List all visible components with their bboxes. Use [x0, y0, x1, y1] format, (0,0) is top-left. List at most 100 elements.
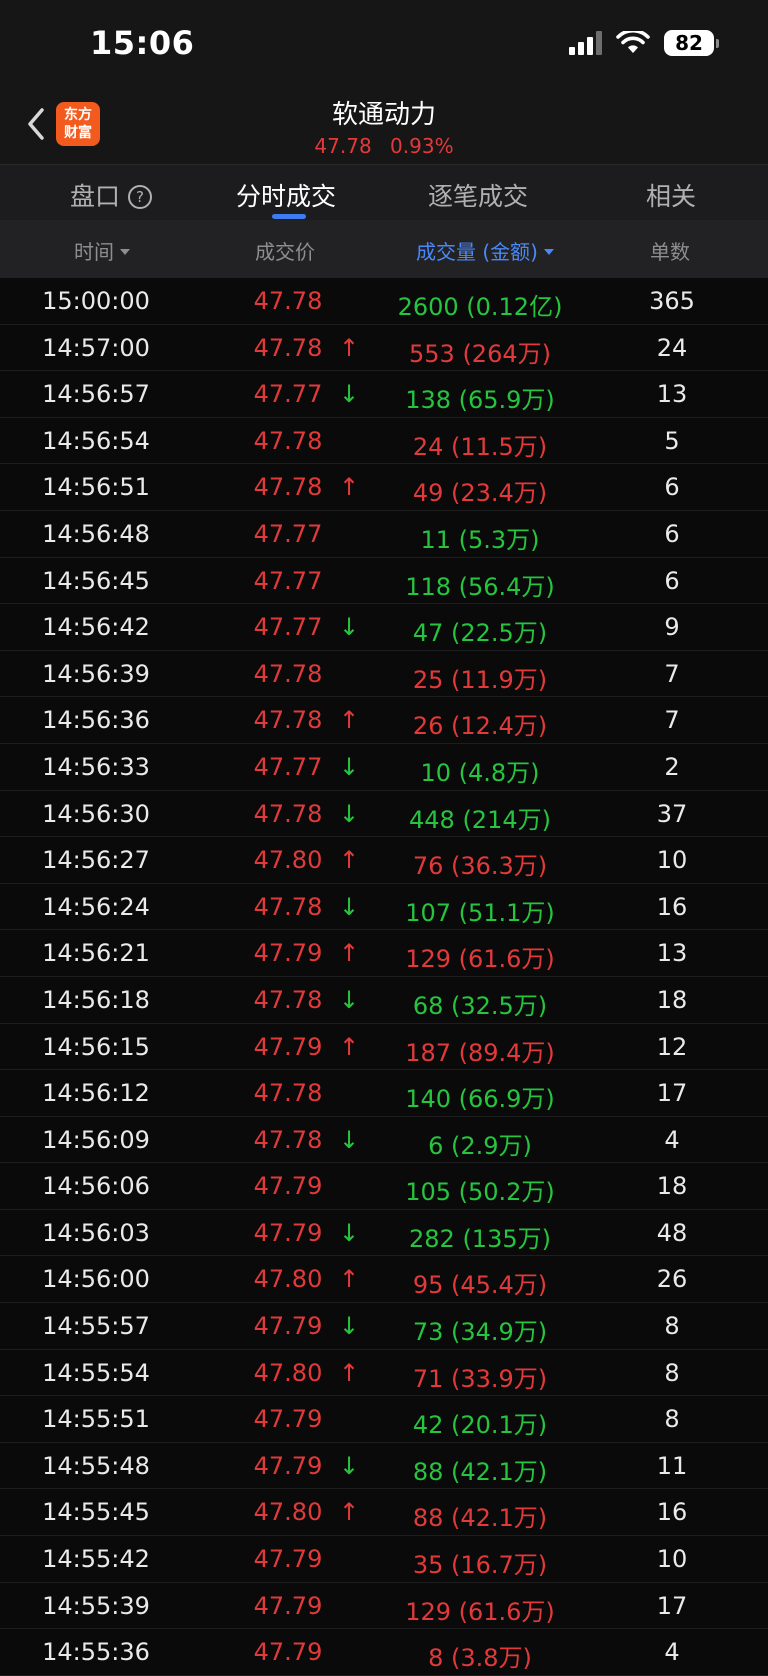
price-cell: 47.79	[253, 1172, 323, 1201]
volume-cell: 49 (23.4万)	[412, 479, 548, 508]
table-row: 14:56:06 47.79 105 (50.2万) 18	[0, 1163, 768, 1210]
table-row: 14:56:36 47.78 ↑ 26 (12.4万) 7	[0, 697, 768, 744]
volume-cell: 73 (34.9万)	[412, 1318, 548, 1347]
count-cell: 5	[664, 426, 680, 455]
table-row: 14:55:42 47.79 35 (16.7万) 10	[0, 1536, 768, 1583]
table-row: 14:56:21 47.79 ↑ 129 (61.6万) 13	[0, 930, 768, 977]
trend-arrow-icon: ↑	[338, 1032, 360, 1061]
table-row: 14:56:42 47.77 ↓ 47 (22.5万) 9	[0, 604, 768, 651]
price-cell: 47.79	[253, 1405, 323, 1434]
volume-cell: 35 (16.7万)	[412, 1551, 548, 1580]
count-cell: 13	[656, 939, 688, 968]
table-row: 14:55:48 47.79 ↓ 88 (42.1万) 11	[0, 1443, 768, 1490]
count-cell: 4	[664, 1125, 680, 1154]
active-tab-indicator	[272, 214, 306, 219]
time-cell: 14:55:42	[42, 1545, 150, 1574]
time-cell: 14:56:03	[42, 1218, 150, 1247]
volume-cell: 8 (3.8万)	[428, 1644, 532, 1673]
count-cell: 18	[656, 1172, 688, 1201]
volume-cell: 88 (42.1万)	[412, 1504, 548, 1533]
table-row: 14:55:39 47.79 129 (61.6万) 17	[0, 1583, 768, 1630]
table-row: 14:56:15 47.79 ↑ 187 (89.4万) 12	[0, 1024, 768, 1071]
time-cell: 14:55:45	[42, 1498, 150, 1527]
help-icon[interactable]: ?	[128, 185, 153, 209]
time-cell: 14:56:48	[42, 519, 150, 548]
count-cell: 365	[649, 287, 695, 315]
time-cell: 14:56:18	[42, 985, 150, 1014]
tab-minute-trades[interactable]: 分时成交	[236, 177, 336, 213]
tab-label: 相关	[646, 182, 697, 211]
tab-order-book[interactable]: 盘口?	[70, 177, 153, 213]
count-cell: 6	[664, 473, 680, 502]
table-row: 14:56:18 47.78 ↓ 68 (32.5万) 18	[0, 977, 768, 1024]
count-cell: 11	[656, 1451, 688, 1480]
volume-cell: 105 (50.2万)	[405, 1178, 555, 1207]
volume-cell: 88 (42.1万)	[412, 1457, 548, 1486]
tab-label: 分时成交	[236, 182, 337, 211]
count-cell: 24	[656, 333, 688, 362]
time-cell: 14:56:51	[42, 473, 150, 502]
trend-arrow-icon: ↓	[338, 380, 360, 409]
table-row: 14:56:51 47.78 ↑ 49 (23.4万) 6	[0, 464, 768, 511]
table-row: 14:56:33 47.77 ↓ 10 (4.8万) 2	[0, 744, 768, 791]
count-cell: 8	[664, 1358, 680, 1387]
price-cell: 47.78	[253, 287, 323, 315]
count-cell: 13	[656, 380, 688, 409]
trend-arrow-icon: ↑	[338, 1265, 360, 1294]
volume-cell: 2600 (0.12亿)	[397, 293, 563, 321]
status-bar: 15:06 82	[0, 0, 768, 90]
volume-cell: 71 (33.9万)	[412, 1364, 548, 1393]
time-cell: 14:56:57	[42, 380, 150, 409]
column-header-time[interactable]: 时间	[74, 236, 130, 265]
tab-related[interactable]: 相关	[646, 177, 696, 213]
volume-cell: 25 (11.9万)	[412, 665, 548, 694]
trend-arrow-icon: ↑	[338, 846, 360, 875]
sort-caret-icon	[543, 249, 554, 255]
table-row: 14:56:45 47.77 118 (56.4万) 6	[0, 558, 768, 605]
count-cell: 18	[656, 985, 688, 1014]
tab-bar: 盘口? 分时成交 逐笔成交 相关	[0, 164, 768, 221]
time-cell: 15:00:00	[42, 287, 150, 315]
price-cell: 47.79	[253, 1591, 323, 1620]
count-cell: 26	[656, 1265, 688, 1294]
time-cell: 14:56:06	[42, 1172, 150, 1201]
volume-cell: 95 (45.4万)	[412, 1271, 548, 1300]
trend-arrow-icon: ↑	[338, 1498, 360, 1527]
tab-tick-trades[interactable]: 逐笔成交	[428, 177, 528, 213]
time-cell: 14:55:48	[42, 1451, 150, 1480]
trend-arrow-icon: ↑	[338, 333, 360, 362]
stock-name: 软通动力	[331, 100, 436, 130]
column-header-volume[interactable]: 成交量 (金额)	[416, 236, 554, 265]
cellular-signal-icon	[569, 31, 602, 55]
column-header-count: 单数	[650, 240, 690, 264]
time-cell: 14:56:54	[42, 426, 150, 455]
time-cell: 14:56:21	[42, 939, 150, 968]
time-cell: 14:55:51	[42, 1405, 150, 1434]
volume-cell: 68 (32.5万)	[412, 991, 548, 1020]
time-cell: 14:56:27	[42, 846, 150, 875]
count-cell: 8	[664, 1312, 680, 1341]
trend-arrow-icon: ↓	[338, 892, 360, 921]
volume-cell: 187 (89.4万)	[405, 1038, 555, 1067]
count-cell: 17	[656, 1591, 688, 1620]
price-cell: 47.77	[253, 566, 323, 595]
price-cell: 47.79	[253, 1545, 323, 1574]
count-cell: 8	[664, 1405, 680, 1434]
volume-cell: 10 (4.8万)	[420, 758, 540, 787]
stock-header: 东方 财富 软通动力 47.78 0.93%	[0, 90, 768, 164]
tab-label: 逐笔成交	[428, 182, 529, 211]
table-row: 14:56:30 47.78 ↓ 448 (214万) 37	[0, 791, 768, 838]
table-row: 14:55:54 47.80 ↑ 71 (33.9万) 8	[0, 1350, 768, 1397]
trend-arrow-icon: ↓	[338, 985, 360, 1014]
column-header-price: 成交价	[255, 240, 315, 264]
sort-caret-icon	[120, 249, 130, 255]
trade-list[interactable]: 15:00:00 47.78 2600 (0.12亿) 365 14:57:00 47.7…	[0, 278, 768, 1676]
count-cell: 2	[664, 752, 680, 781]
volume-cell: 6 (2.9万)	[428, 1131, 532, 1160]
volume-cell: 140 (66.9万)	[405, 1085, 555, 1114]
table-row: 14:56:09 47.78 ↓ 6 (2.9万) 4	[0, 1117, 768, 1164]
count-cell: 7	[664, 659, 680, 688]
time-cell: 14:56:39	[42, 659, 150, 688]
time-cell: 14:56:15	[42, 1032, 150, 1061]
trend-arrow-icon: ↑	[338, 473, 360, 502]
